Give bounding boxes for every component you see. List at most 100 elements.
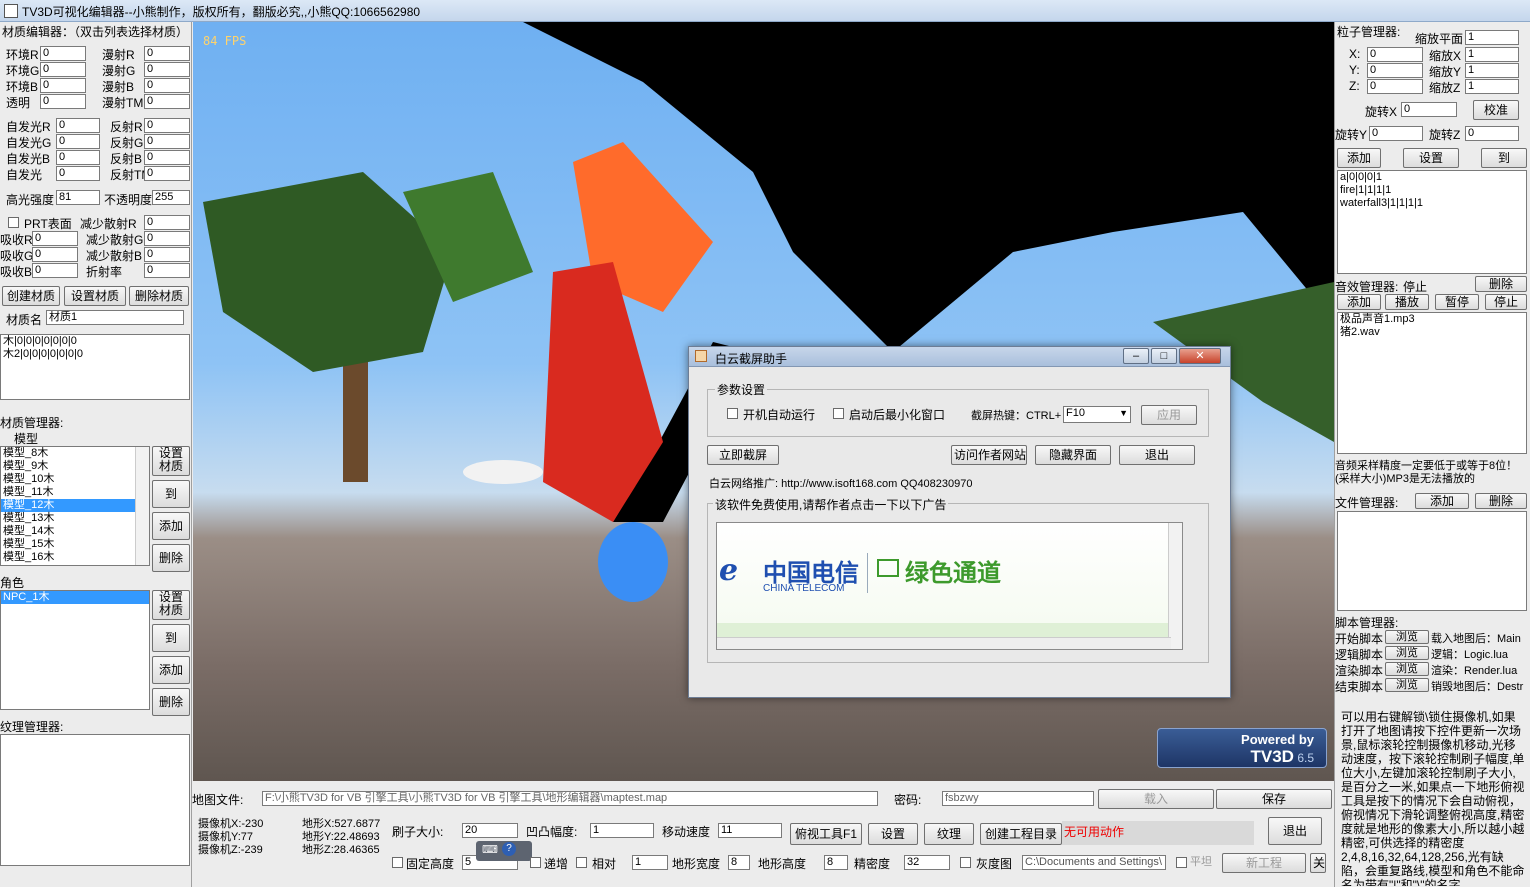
- mat-input[interactable]: 0: [144, 46, 190, 61]
- z-input[interactable]: 0: [1367, 79, 1423, 94]
- absorb-input[interactable]: 0: [144, 247, 190, 262]
- role-list[interactable]: NPC_1木: [0, 590, 150, 710]
- relative-checkbox[interactable]: [576, 857, 587, 868]
- sound-play-button[interactable]: 播放: [1385, 294, 1429, 310]
- mat-input[interactable]: 0: [144, 62, 190, 77]
- texture-list[interactable]: [0, 734, 190, 866]
- list-item[interactable]: 猪2.wav: [1338, 326, 1526, 339]
- model-list-item[interactable]: 模型_13木: [1, 512, 149, 525]
- list-item[interactable]: 极品声音1.mp3: [1338, 313, 1526, 326]
- mat-input[interactable]: 0: [56, 134, 100, 149]
- settings-button[interactable]: 设置: [868, 823, 918, 845]
- terrain-height-input[interactable]: 8: [824, 855, 848, 870]
- list-item[interactable]: waterfall3|1|1|1|1: [1338, 197, 1526, 210]
- map-file-input[interactable]: F:\小熊TV3D for VB 引擎工具\小熊TV3D for VB 引擎工具…: [262, 791, 878, 806]
- mat-input[interactable]: 0: [144, 150, 190, 165]
- scale-plane-input[interactable]: 1: [1465, 30, 1519, 45]
- apply-button[interactable]: 应用: [1141, 405, 1197, 425]
- model-delete-button[interactable]: 删除: [152, 544, 190, 572]
- model-list-item[interactable]: 模型_15木: [1, 538, 149, 551]
- script-browse-button[interactable]: 浏览: [1385, 646, 1429, 660]
- model-list-scrollbar[interactable]: [135, 447, 149, 565]
- reduce-scatter-r-input[interactable]: 0: [144, 215, 190, 230]
- prt-checkbox[interactable]: [8, 217, 19, 228]
- terrain-width-input[interactable]: 8: [728, 855, 750, 870]
- mat-input[interactable]: 0: [144, 118, 190, 133]
- particle-add-button[interactable]: 添加: [1337, 148, 1381, 168]
- mat-input[interactable]: 0: [40, 46, 86, 61]
- increment-checkbox[interactable]: [530, 857, 541, 868]
- load-button[interactable]: 载入: [1098, 789, 1214, 809]
- mat-input[interactable]: 0: [144, 94, 190, 109]
- model-list-item[interactable]: 模型_12木: [1, 499, 149, 512]
- sound-delete-button[interactable]: 删除: [1475, 276, 1527, 292]
- set-material-button[interactable]: 设置材质: [64, 286, 126, 306]
- absorb-input[interactable]: 0: [32, 263, 78, 278]
- hotkey-select[interactable]: F10 ▼: [1063, 406, 1131, 423]
- sound-stop-button[interactable]: 停止: [1485, 294, 1527, 310]
- create-material-button[interactable]: 创建材质: [2, 286, 60, 306]
- create-project-dir-button[interactable]: 创建工程目录: [980, 823, 1062, 845]
- new-project-button[interactable]: 新工程: [1222, 853, 1306, 873]
- particle-set-button[interactable]: 设置: [1403, 148, 1459, 168]
- file-delete-button[interactable]: 删除: [1475, 493, 1527, 509]
- mat-input[interactable]: 0: [56, 150, 100, 165]
- absorb-input[interactable]: 0: [144, 263, 190, 278]
- model-add-button[interactable]: 添加: [152, 512, 190, 540]
- fixed-height-checkbox[interactable]: [392, 857, 403, 868]
- about-button[interactable]: 关于: [1310, 853, 1326, 873]
- list-item[interactable]: 木|0|0|0|0|0|0|0: [1, 335, 189, 348]
- role-goto-button[interactable]: 到: [152, 624, 190, 652]
- minimize-icon[interactable]: –: [1123, 348, 1149, 364]
- hide-ui-button[interactable]: 隐藏界面: [1035, 445, 1111, 465]
- rotate-y-input[interactable]: 0: [1369, 126, 1423, 141]
- material-list[interactable]: 木|0|0|0|0|0|0|0 木2|0|0|0|0|0|0|0: [0, 334, 190, 400]
- dialog-title-bar[interactable]: 白云截屏助手 – □ ✕: [689, 347, 1230, 367]
- y-input[interactable]: 0: [1367, 63, 1423, 78]
- scale-z-input[interactable]: 1: [1465, 79, 1519, 94]
- mat-input[interactable]: 0: [40, 78, 86, 93]
- role-set-material-button[interactable]: 设置材质: [152, 590, 190, 620]
- relative-input[interactable]: 1: [632, 855, 668, 870]
- model-list-item[interactable]: 模型_10木: [1, 473, 149, 486]
- rotate-x-input[interactable]: 0: [1401, 102, 1457, 117]
- topview-tool-button[interactable]: 俯视工具F1: [790, 823, 862, 845]
- smooth-checkbox[interactable]: [1176, 857, 1187, 868]
- script-browse-button[interactable]: 浏览: [1385, 678, 1429, 692]
- help-icon[interactable]: ?: [502, 842, 516, 856]
- sound-list[interactable]: 极品声音1.mp3 猪2.wav: [1337, 312, 1527, 454]
- calibrate-button[interactable]: 校准: [1473, 100, 1519, 120]
- delete-material-button[interactable]: 删除材质: [129, 286, 189, 306]
- dialog-exit-button[interactable]: 退出: [1119, 445, 1195, 465]
- file-list[interactable]: [1337, 511, 1527, 611]
- save-button[interactable]: 保存: [1216, 789, 1332, 809]
- floating-toolbar[interactable]: ⌨ ?: [476, 841, 532, 861]
- particle-goto-button[interactable]: 到: [1481, 148, 1527, 168]
- close-icon[interactable]: ✕: [1179, 348, 1221, 364]
- mat-input[interactable]: 0: [144, 166, 190, 181]
- highlight-input[interactable]: 81: [56, 190, 100, 205]
- list-item[interactable]: 木2|0|0|0|0|0|0|0: [1, 348, 189, 361]
- model-list-item[interactable]: 模型_16木: [1, 551, 149, 564]
- visit-author-button[interactable]: 访问作者网站: [951, 445, 1027, 465]
- grayscale-checkbox[interactable]: [960, 857, 971, 868]
- grayscale-path-input[interactable]: C:\Documents and Settings\: [1022, 855, 1166, 870]
- model-list[interactable]: 模型_8木 模型_9木 模型_10木 模型_11木 模型_12木 模型_13木 模型_14木…: [0, 446, 150, 566]
- mat-input[interactable]: 0: [56, 166, 100, 181]
- mat-input[interactable]: 0: [144, 78, 190, 93]
- ad-banner[interactable]: ℯ 中国电信 CHINA TELECOM 绿色通道: [716, 522, 1183, 650]
- model-goto-button[interactable]: 到: [152, 480, 190, 508]
- ad-scrollbar[interactable]: [1168, 523, 1182, 649]
- role-delete-button[interactable]: 删除: [152, 688, 190, 716]
- list-item[interactable]: NPC_1木: [1, 591, 149, 604]
- bump-input[interactable]: 1: [590, 823, 654, 838]
- model-list-item[interactable]: 模型_11木: [1, 486, 149, 499]
- scale-x-input[interactable]: 1: [1465, 47, 1519, 62]
- role-add-button[interactable]: 添加: [152, 656, 190, 684]
- mat-input[interactable]: 0: [40, 94, 86, 109]
- mat-input[interactable]: 0: [40, 62, 86, 77]
- model-list-item[interactable]: 模型_14木: [1, 525, 149, 538]
- maximize-icon[interactable]: □: [1151, 348, 1177, 364]
- autorun-checkbox[interactable]: [727, 408, 738, 419]
- opacity-input[interactable]: 255: [152, 190, 190, 205]
